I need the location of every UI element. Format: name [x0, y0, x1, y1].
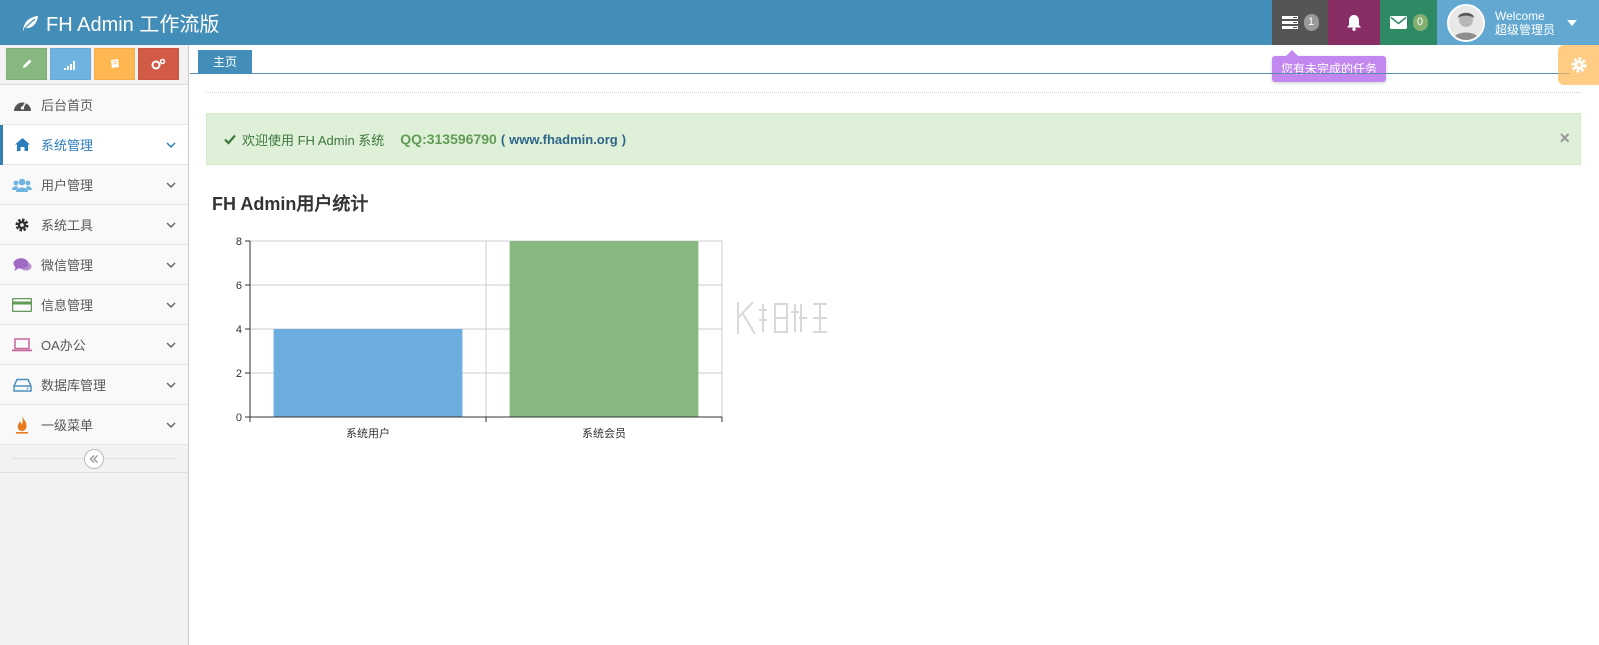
- x-tick-label: 系统会员: [582, 427, 626, 440]
- fire-icon: [12, 415, 32, 435]
- username-label: 超级管理员: [1495, 22, 1556, 37]
- welcome-label: Welcome: [1495, 8, 1545, 23]
- laptop-icon: [12, 335, 32, 355]
- comments-icon: [12, 255, 32, 275]
- book-icon: [110, 59, 119, 68]
- chevron-down-icon: [166, 301, 176, 308]
- sidebar-shortcuts: [0, 45, 188, 85]
- sidebar-item-wechat[interactable]: 微信管理: [0, 245, 188, 285]
- chevron-down-icon: [166, 341, 176, 348]
- alert-qq: QQ:313596790: [400, 131, 497, 147]
- signal-icon: [64, 60, 75, 70]
- avatar: [1447, 3, 1485, 42]
- leaf-icon: [23, 15, 38, 31]
- shortcut-book-button[interactable]: [94, 48, 135, 80]
- users-icon: [12, 175, 32, 195]
- messages-button[interactable]: 0: [1380, 0, 1437, 45]
- sidebar-item-label: 后台首页: [41, 98, 94, 113]
- welcome-alert: 欢迎使用 FH Admin 系统 QQ:313596790 ( www.fhad…: [206, 113, 1581, 165]
- gear-icon: [1570, 57, 1587, 73]
- chart-title: FH Admin用户统计: [212, 194, 369, 214]
- sidebar: 后台首页 系统管理 用户管理 系统工具 微信管理 信息管理 OA办公 数据库管理…: [0, 45, 189, 645]
- shortcut-pencil-button[interactable]: [6, 48, 47, 80]
- sidebar-item-label: 系统工具: [41, 218, 94, 233]
- chevron-down-icon: [166, 221, 176, 228]
- mail-badge: 0: [1412, 14, 1428, 31]
- double-chevron-left-icon: [89, 455, 98, 463]
- tasks-icon: [1281, 15, 1298, 29]
- envelope-icon: [1389, 16, 1407, 29]
- y-tick-label: 4: [236, 324, 242, 336]
- hdd-icon: [12, 375, 32, 395]
- cogs-icon: [151, 58, 166, 69]
- tab-bar: 主页: [190, 45, 1570, 74]
- y-tick-label: 6: [236, 280, 242, 292]
- sidebar-item-tools[interactable]: 系统工具: [0, 205, 188, 245]
- sidebar-collapse: [0, 445, 188, 473]
- alert-message: 欢迎使用 FH Admin 系统: [242, 132, 385, 148]
- sidebar-item-dashboard[interactable]: 后台首页: [0, 85, 188, 125]
- sidebar-item-label: 一级菜单: [41, 418, 94, 433]
- sidebar-item-level1[interactable]: 一级菜单: [0, 405, 188, 445]
- check-icon: [224, 134, 236, 145]
- brand[interactable]: FH Admin 工作流版: [20, 0, 219, 45]
- bell-icon: [1347, 15, 1361, 31]
- chevron-down-icon: [166, 261, 176, 268]
- shortcut-cogs-button[interactable]: [138, 48, 179, 80]
- sidebar-item-label: OA办公: [41, 338, 86, 353]
- divider: [206, 92, 1581, 93]
- cog-icon: [12, 215, 32, 235]
- sidebar-item-label: 信息管理: [41, 298, 94, 313]
- alert-site-close: ): [621, 131, 627, 147]
- settings-button[interactable]: [1558, 45, 1599, 85]
- alert-close-button[interactable]: ×: [1559, 128, 1570, 149]
- sidebar-item-label: 微信管理: [41, 258, 94, 273]
- tasks-badge: 1: [1303, 14, 1319, 31]
- alert-site-open: (: [500, 131, 506, 147]
- y-tick-label: 2: [236, 368, 242, 380]
- sidebar-item-label: 数据库管理: [41, 378, 107, 393]
- watermark-logo: [737, 301, 827, 335]
- alert-site-link[interactable]: www.fhadmin.org: [509, 132, 618, 147]
- user-info: Welcome 超级管理员: [1495, 9, 1555, 37]
- sidebar-collapse-button[interactable]: [84, 449, 104, 469]
- x-tick-label: 系统用户: [346, 426, 390, 440]
- pencil-icon: [22, 59, 31, 68]
- sidebar-item-users[interactable]: 用户管理: [0, 165, 188, 205]
- sidebar-item-system[interactable]: 系统管理: [0, 125, 188, 165]
- user-menu[interactable]: Welcome 超级管理员: [1437, 0, 1599, 45]
- tasks-button[interactable]: 1: [1272, 0, 1328, 45]
- y-tick-label: 8: [236, 236, 242, 248]
- brand-title: FH Admin 工作流版: [46, 14, 220, 36]
- credit-card-icon: [12, 295, 32, 315]
- sidebar-item-database[interactable]: 数据库管理: [0, 365, 188, 405]
- home-icon: [12, 135, 32, 155]
- bar-chart: 0 2 4 6 8 系统用户 系统会员: [236, 236, 723, 440]
- main-content: 主页 欢迎使用 FH Admin 系统 QQ:313596790 ( www.f…: [190, 45, 1599, 645]
- chevron-down-icon: [166, 141, 176, 148]
- y-tick-label: 0: [236, 412, 242, 424]
- tab-home[interactable]: 主页: [198, 50, 252, 74]
- sidebar-item-label: 系统管理: [41, 138, 94, 153]
- bar: [509, 241, 699, 417]
- chevron-down-icon: [166, 381, 176, 388]
- shortcut-signal-button[interactable]: [50, 48, 91, 80]
- chevron-down-icon: [166, 421, 176, 428]
- bar: [273, 329, 463, 417]
- sidebar-item-oa[interactable]: OA办公: [0, 325, 188, 365]
- dashboard-icon: [12, 95, 32, 115]
- top-navbar: FH Admin 工作流版 1 0 Welcome 超级管理员: [0, 0, 1599, 45]
- caret-down-icon: [1567, 19, 1578, 26]
- sidebar-item-label: 用户管理: [41, 178, 94, 193]
- notifications-button[interactable]: [1328, 0, 1380, 45]
- chevron-down-icon: [166, 181, 176, 188]
- sidebar-item-info[interactable]: 信息管理: [0, 285, 188, 325]
